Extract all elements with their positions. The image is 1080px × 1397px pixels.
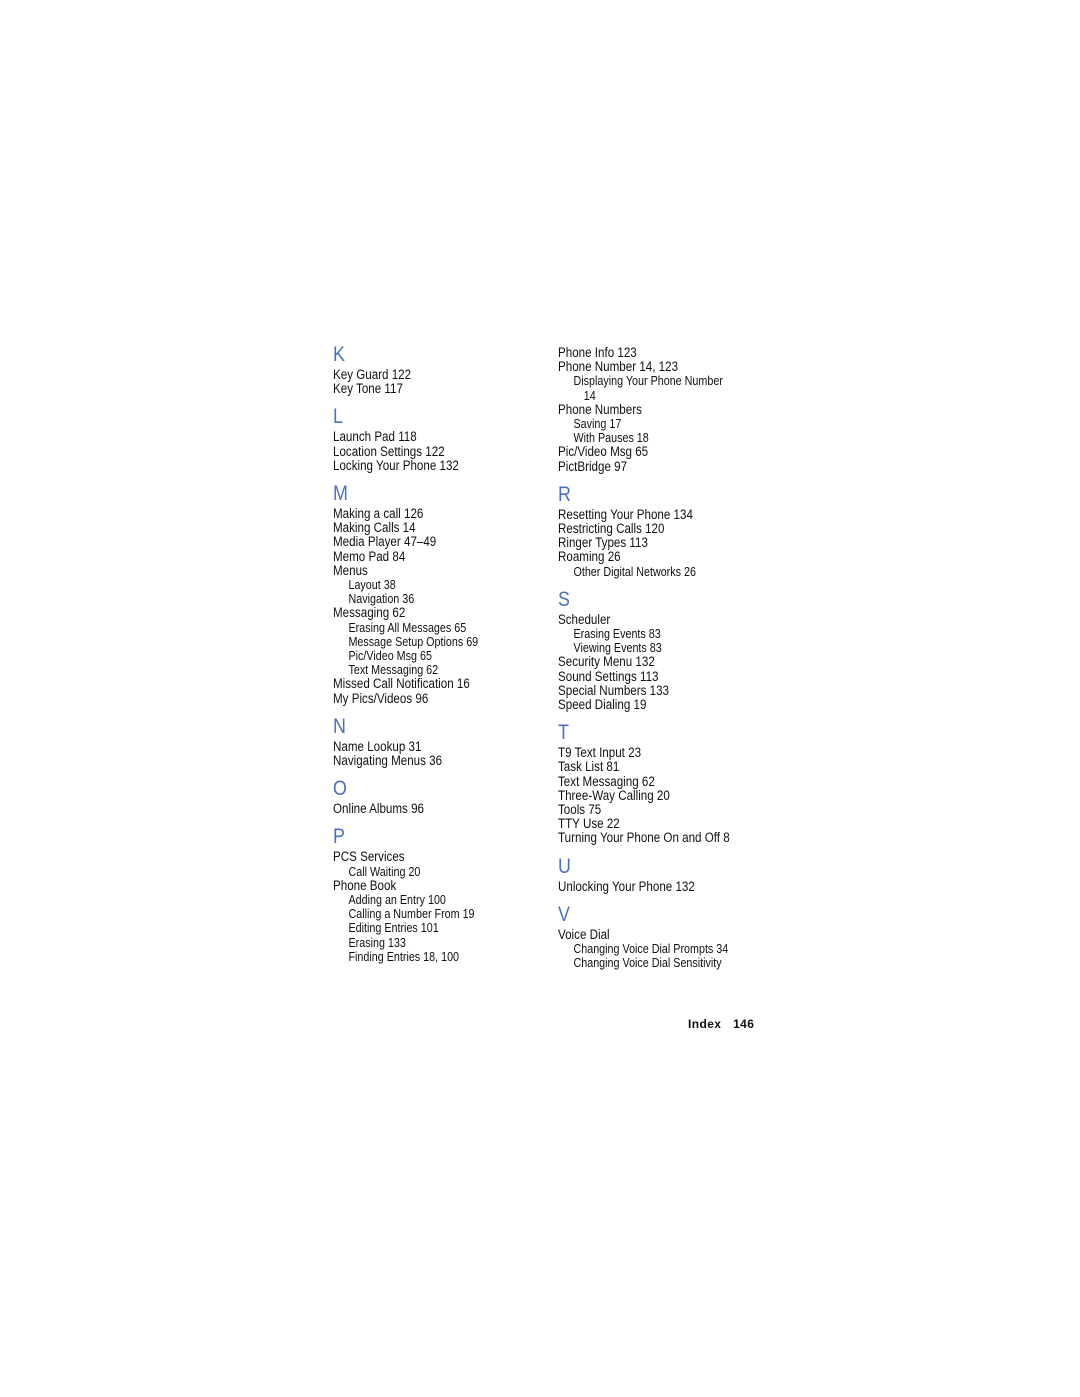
index-entry: Restricting Calls 120: [558, 521, 665, 537]
index-subentry: Message Setup Options 69: [348, 634, 479, 649]
index-entry: Tools 75: [558, 802, 602, 818]
index-subentry: Viewing Events 83: [573, 641, 662, 656]
index-entry: Scheduler: [558, 611, 611, 627]
index-entry: Task List 81: [558, 759, 620, 775]
index-subentry: Other Digital Networks 26: [573, 564, 696, 579]
index-subentry: Erasing 133: [348, 935, 406, 950]
index-subentry: Call Waiting 20: [348, 864, 421, 879]
index-subentry: Saving 17: [573, 417, 622, 432]
index-subentry: Displaying Your Phone Number: [573, 374, 723, 389]
section-letter-heading: U: [558, 854, 571, 878]
index-column-left: K Key Guard 122 Key Tone 117 L Launch Pad 11…: [333, 344, 548, 974]
index-subentry: With Pauses 18: [573, 431, 649, 446]
index-subentry: Navigation 36: [348, 592, 415, 607]
index-subentry: Changing Voice Dial Sensitivity: [573, 956, 722, 971]
index-entry: Phone Numbers: [558, 401, 642, 417]
index-subentry: Erasing All Messages 65: [348, 620, 467, 635]
index-section: N Name Lookup 31 Navigating Menus 36: [333, 714, 548, 769]
section-letter-heading: K: [333, 343, 345, 366]
index-entry: Text Messaging 62: [558, 773, 655, 789]
index-subentry: Adding an Entry 100: [348, 893, 446, 908]
index-section: K Key Guard 122 Key Tone 117: [333, 344, 548, 396]
index-subentry: Text Messaging 62: [348, 663, 439, 678]
index-entry: Making a call 126: [333, 506, 424, 522]
section-letter-heading: T: [558, 721, 569, 745]
index-entry: Media Player 47–49: [333, 534, 437, 550]
section-letter-heading: P: [333, 825, 345, 849]
index-section: U Unlocking Your Phone 132: [558, 854, 773, 894]
index-entry: PCS Services: [333, 849, 405, 865]
index-entry: Turning Your Phone On and Off 8: [558, 830, 730, 846]
index-subentry: Layout 38: [348, 578, 396, 593]
index-entry: My Pics/Videos 96: [333, 690, 429, 706]
section-letter-heading: V: [558, 902, 570, 926]
section-letter-heading: L: [333, 405, 343, 429]
index-entry: Phone Info 123: [558, 345, 637, 360]
index-entry: Special Numbers 133: [558, 682, 670, 698]
index-entry: Making Calls 14: [333, 520, 416, 536]
index-entry: T9 Text Input 23: [558, 745, 642, 761]
index-entry: Missed Call Notification 16: [333, 676, 470, 692]
index-entry: Location Settings 122: [333, 443, 445, 459]
index-entry: Pic/Video Msg 65: [558, 444, 649, 460]
section-letter-heading: S: [558, 587, 570, 611]
index-entry: Menus: [333, 562, 368, 578]
index-entry: Locking Your Phone 132: [333, 457, 459, 473]
index-subentry: Finding Entries 18, 100: [348, 949, 460, 964]
index-section: P PCS Services Call Waiting 20 Phone Book Ad…: [333, 826, 548, 964]
index-section: Phone Info 123 Phone Number 14, 123 Displa…: [558, 345, 773, 474]
index-section: M Making a call 126 Making Calls 14 Media P…: [333, 483, 548, 706]
index-entry: Phone Number 14, 123: [558, 359, 679, 375]
index-section: S Scheduler Erasing Events 83 Viewing Event…: [558, 587, 773, 713]
index-entry: Navigating Menus 36: [333, 753, 443, 769]
section-letter-heading: R: [558, 482, 571, 506]
index-entry: Ringer Types 113: [558, 535, 648, 551]
index-entry: Memo Pad 84: [333, 548, 406, 564]
footer-section-label: Index: [688, 1017, 722, 1031]
page-number: 146: [733, 1017, 755, 1031]
index-subentry: 14: [583, 388, 596, 403]
index-section: L Launch Pad 118 Location Settings 122 Lock…: [333, 406, 548, 473]
index-entry: Key Tone 117: [333, 381, 403, 397]
index-entry: Resetting Your Phone 134: [558, 506, 693, 522]
index-entry: Unlocking Your Phone 132: [558, 878, 695, 894]
index-entry: Voice Dial: [558, 926, 610, 942]
index-section: V Voice Dial Changing Voice Dial Prompts 3…: [558, 902, 773, 971]
index-subentry: Editing Entries 101: [348, 921, 439, 936]
index-section: R Resetting Your Phone 134 Restricting Cal…: [558, 482, 773, 579]
index-entry: Roaming 26: [558, 549, 621, 565]
index-entry: Security Menu 132: [558, 654, 655, 670]
index-entry: Messaging 62: [333, 605, 406, 621]
index-entry: Three-Way Calling 20: [558, 787, 670, 803]
index-entry: Online Albums 96: [333, 801, 424, 817]
index-subentry: Erasing Events 83: [573, 627, 661, 642]
index-entry: Name Lookup 31: [333, 738, 422, 754]
index-subentry: Changing Voice Dial Prompts 34: [573, 942, 729, 957]
index-section: O Online Albums 96: [333, 778, 548, 816]
index-entry: Sound Settings 113: [558, 668, 659, 684]
section-letter-heading: N: [333, 714, 346, 738]
index-section: T T9 Text Input 23 Task List 81 Text Messag…: [558, 722, 773, 845]
index-entry: Speed Dialing 19: [558, 697, 647, 713]
index-entry: PictBridge 97: [558, 458, 628, 474]
index-entry: Launch Pad 118: [333, 429, 417, 445]
section-letter-heading: O: [333, 777, 347, 801]
section-letter-heading: M: [333, 482, 348, 506]
index-entry: Key Guard 122: [333, 367, 412, 382]
page-footer: Index 146: [688, 1017, 754, 1031]
index-column-right: Phone Info 123 Phone Number 14, 123 Displa…: [558, 345, 773, 981]
index-entry: Phone Book: [333, 877, 397, 893]
index-entry: TTY Use 22: [558, 816, 620, 832]
index-subentry: Pic/Video Msg 65: [348, 649, 432, 664]
index-subentry: Calling a Number From 19: [348, 907, 475, 922]
